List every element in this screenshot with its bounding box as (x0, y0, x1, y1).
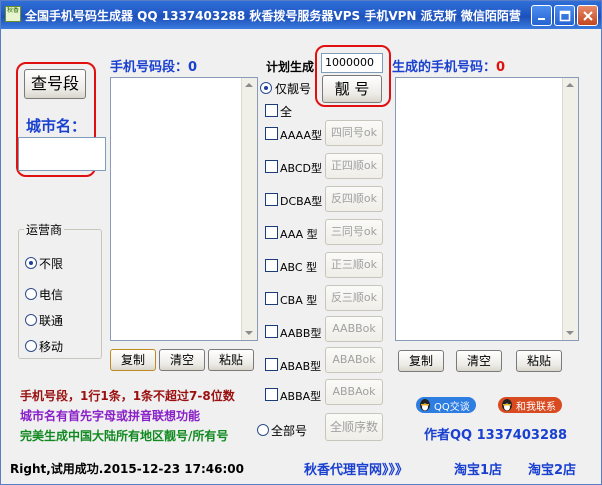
segments-clear-button[interactable]: 清空 (159, 349, 205, 371)
qq-chat-badge[interactable]: QQ交谈 (416, 397, 476, 413)
only-pretty-label: 仅靓号 (275, 82, 312, 96)
segments-title: 手机号码段：0 (110, 56, 197, 75)
status-message: Right,试用成功.2015-12-23 17:46:00 (10, 462, 244, 476)
segments-paste-button[interactable]: 粘贴 (208, 349, 254, 371)
city-input[interactable] (18, 137, 106, 171)
pattern-ok-abcd[interactable]: 正四顺ok (325, 153, 383, 179)
note-coverage: 完美生成中国大陆所有地区靓号/所有号 (20, 429, 229, 443)
note-segment-format: 手机号段，1行1条，1条不超过7-8位数 (20, 389, 235, 403)
maximize-icon (559, 10, 571, 22)
generated-scrollbar[interactable] (562, 78, 578, 340)
carrier-radio-any[interactable] (25, 257, 37, 269)
carrier-label-mobile: 移动 (39, 340, 64, 354)
pattern-checkbox-abab[interactable] (265, 358, 278, 371)
note-city-autocomplete: 城市名有首先字母或拼音联想功能 (20, 409, 201, 423)
pattern-label-cba: CBA 型 (280, 294, 318, 307)
generated-title-text: 生成的手机号码： (392, 60, 497, 75)
carrier-label-any: 不限 (39, 257, 64, 271)
pattern-checkbox-abcd[interactable] (265, 160, 278, 173)
pattern-label-abc: ABC 型 (280, 261, 318, 274)
contact-me-badge[interactable]: 和我联系 (498, 397, 562, 413)
qq-penguin-icon (502, 399, 512, 411)
pattern-ok-cba[interactable]: 反三顺ok (325, 285, 383, 311)
pattern-checkbox-aaaa[interactable] (265, 127, 278, 140)
carrier-label-unicom: 联通 (39, 314, 64, 328)
window-title: 全国手机号码生成器 QQ 1337403288 秋香拨号服务器VPS 手机VPN… (25, 9, 521, 23)
qq-chat-label: QQ交谈 (434, 402, 470, 413)
segments-listbox[interactable] (110, 77, 258, 341)
pattern-ok-abab[interactable]: ABABok (325, 347, 383, 373)
qq-penguin-icon (420, 399, 430, 411)
maximize-button[interactable] (554, 5, 575, 26)
carrier-group-title: 运营商 (24, 221, 65, 238)
pattern-label-aaaa: AAAA型 (280, 129, 323, 142)
pattern-checkbox-abc[interactable] (265, 259, 278, 272)
segments-scrollbar[interactable] (241, 78, 257, 340)
generated-listbox[interactable] (395, 77, 579, 341)
plan-label: 计划生成 (266, 60, 315, 74)
select-all-checkbox[interactable] (265, 104, 278, 117)
scroll-down-icon[interactable] (566, 331, 574, 335)
carrier-radio-telecom[interactable] (25, 288, 37, 300)
select-all-label: 全 (280, 105, 293, 119)
pattern-checkbox-abba[interactable] (265, 388, 278, 401)
pattern-label-abba: ABBA型 (280, 390, 322, 403)
taobao-shop2-link[interactable]: 淘宝2店 (528, 459, 576, 478)
all-sequence-button[interactable]: 全顺序数 (325, 413, 383, 441)
scroll-up-icon[interactable] (566, 83, 574, 87)
carrier-radio-unicom[interactable] (25, 314, 37, 326)
status-bar: Right,试用成功.2015-12-23 17:46:00 秋香代理官网》》》… (4, 455, 598, 480)
close-icon (583, 11, 593, 21)
lookup-segment-button[interactable]: 查号段 (24, 69, 86, 99)
generated-count: 0 (496, 60, 506, 75)
scroll-down-icon[interactable] (245, 331, 253, 335)
taobao-shop1-link[interactable]: 淘宝1店 (454, 459, 502, 478)
city-label: 城市名： (26, 117, 87, 135)
minimize-button[interactable] (531, 5, 552, 26)
pattern-checkbox-aabb[interactable] (265, 325, 278, 338)
minimize-icon (538, 18, 545, 20)
scroll-up-icon[interactable] (245, 83, 253, 87)
pattern-ok-abc[interactable]: 正三顺ok (325, 252, 383, 278)
agent-site-link[interactable]: 秋香代理官网》》》 (304, 459, 408, 478)
pattern-ok-aaaa[interactable]: 四同号ok (325, 120, 383, 146)
pattern-ok-aabb[interactable]: AABBok (325, 316, 383, 342)
pretty-number-button[interactable]: 靓 号 (322, 75, 382, 103)
all-numbers-label: 全部号 (271, 424, 308, 438)
plan-count-input[interactable]: 1000000 (321, 53, 383, 73)
only-pretty-radio[interactable] (260, 82, 272, 94)
generated-clear-button[interactable]: 清空 (456, 350, 502, 372)
segments-copy-button[interactable]: 复制 (110, 349, 156, 371)
pattern-label-dcba: DCBA型 (280, 195, 323, 208)
generated-copy-button[interactable]: 复制 (398, 350, 444, 372)
pattern-label-aabb: AABB型 (280, 327, 322, 340)
close-button[interactable] (577, 5, 598, 26)
title-bar[interactable]: 秋香 全国手机号码生成器 QQ 1337403288 秋香拨号服务器VPS 手机… (1, 1, 601, 29)
carrier-label-telecom: 电信 (39, 288, 64, 302)
main-window: 秋香 全国手机号码生成器 QQ 1337403288 秋香拨号服务器VPS 手机… (0, 0, 602, 485)
pattern-checkbox-dcba[interactable] (265, 193, 278, 206)
generated-paste-button[interactable]: 粘贴 (516, 350, 562, 372)
pattern-checkbox-cba[interactable] (265, 292, 278, 305)
all-numbers-radio[interactable] (257, 424, 269, 436)
pattern-label-aaa: AAA 型 (280, 228, 318, 241)
segments-count: 0 (188, 60, 198, 75)
carrier-radio-mobile[interactable] (25, 340, 37, 352)
client-area: 查号段 城市名： 运营商 不限 电信 联通 移动 手机号码段：0 复制 清空 粘… (4, 31, 598, 481)
app-icon: 秋香 (5, 6, 21, 22)
contact-me-label: 和我联系 (516, 402, 556, 413)
generated-title: 生成的手机号码：0 (392, 56, 505, 75)
pattern-label-abcd: ABCD型 (280, 162, 323, 175)
pattern-checkbox-aaa[interactable] (265, 226, 278, 239)
pattern-ok-abba[interactable]: ABBAok (325, 379, 383, 405)
author-qq: 作者QQ 1337403288 (424, 428, 568, 443)
pattern-ok-aaa[interactable]: 三同号ok (325, 219, 383, 245)
pattern-ok-dcba[interactable]: 反四顺ok (325, 186, 383, 212)
pattern-label-abab: ABAB型 (280, 360, 322, 373)
segments-title-text: 手机号码段： (110, 60, 189, 75)
